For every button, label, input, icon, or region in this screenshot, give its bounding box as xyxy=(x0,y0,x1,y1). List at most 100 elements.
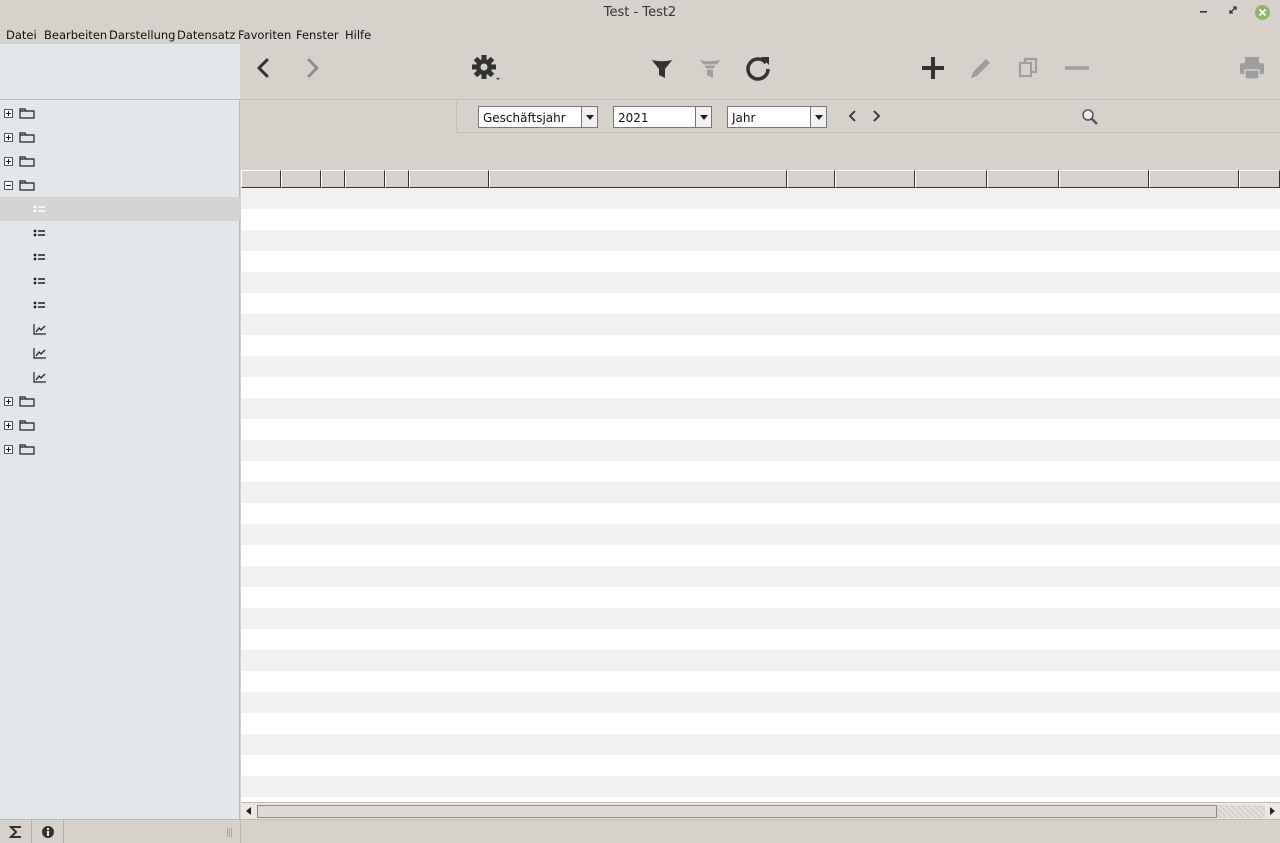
column-header[interactable] xyxy=(345,170,385,188)
clear-filter-button[interactable] xyxy=(690,48,730,88)
table-row[interactable] xyxy=(241,545,1280,566)
column-header[interactable] xyxy=(385,170,409,188)
table-row[interactable] xyxy=(241,713,1280,734)
previous-period-button[interactable] xyxy=(847,108,859,127)
menu-datensatz[interactable]: Datensatz xyxy=(177,28,235,42)
copy-button[interactable] xyxy=(1009,48,1049,88)
table-row[interactable] xyxy=(241,587,1280,608)
column-header[interactable] xyxy=(281,170,321,188)
column-header[interactable] xyxy=(787,170,835,188)
search-button[interactable] xyxy=(1081,108,1099,129)
tree-item-folder[interactable] xyxy=(0,413,240,437)
expand-icon[interactable] xyxy=(4,445,13,454)
scrollbar-thumb[interactable] xyxy=(257,805,1217,818)
table-row[interactable] xyxy=(241,503,1280,524)
table-row[interactable] xyxy=(241,398,1280,419)
sum-button[interactable] xyxy=(0,820,32,843)
table-row[interactable] xyxy=(241,419,1280,440)
table-row[interactable] xyxy=(241,671,1280,692)
expand-icon[interactable] xyxy=(4,397,13,406)
expand-icon[interactable] xyxy=(4,421,13,430)
table-row[interactable] xyxy=(241,209,1280,230)
scroll-left-button[interactable] xyxy=(243,805,255,817)
collapse-icon[interactable] xyxy=(4,181,13,190)
tree-item-folder[interactable] xyxy=(0,125,240,149)
table-row[interactable] xyxy=(241,692,1280,713)
menu-darstellung[interactable]: Darstellung xyxy=(109,28,175,42)
forward-button[interactable] xyxy=(292,48,332,88)
table-row[interactable] xyxy=(241,461,1280,482)
column-header[interactable] xyxy=(321,170,345,188)
table-row[interactable] xyxy=(241,335,1280,356)
year-select[interactable]: 2021 xyxy=(613,106,712,128)
expand-icon[interactable] xyxy=(4,133,13,142)
tree-item-folder[interactable] xyxy=(0,173,240,197)
tree-item-folder[interactable] xyxy=(0,437,240,461)
filter-button[interactable] xyxy=(642,48,682,88)
table-row[interactable] xyxy=(241,608,1280,629)
table-row[interactable] xyxy=(241,734,1280,755)
table-row[interactable] xyxy=(241,230,1280,251)
table-row[interactable] xyxy=(241,440,1280,461)
resize-grip[interactable]: ||| xyxy=(226,828,233,838)
horizontal-scrollbar[interactable] xyxy=(241,802,1280,819)
tree-item-chart[interactable] xyxy=(0,317,240,341)
table-row[interactable] xyxy=(241,314,1280,335)
period-type-select[interactable]: Geschäftsjahr xyxy=(478,106,598,128)
tree-item-folder[interactable] xyxy=(0,101,240,125)
tree-item-folder[interactable] xyxy=(0,149,240,173)
close-button[interactable] xyxy=(1255,5,1270,20)
table-row[interactable] xyxy=(241,377,1280,398)
table-row[interactable] xyxy=(241,482,1280,503)
tree-item-list[interactable] xyxy=(0,197,240,221)
tree-item-list[interactable] xyxy=(0,221,240,245)
expand-icon[interactable] xyxy=(4,109,13,118)
column-header[interactable] xyxy=(409,170,489,188)
table-row[interactable] xyxy=(241,524,1280,545)
next-period-button[interactable] xyxy=(870,108,882,127)
minimize-button[interactable] xyxy=(1196,4,1212,20)
column-header[interactable] xyxy=(489,170,787,188)
column-header[interactable] xyxy=(241,170,281,188)
column-header[interactable] xyxy=(835,170,915,188)
table-row[interactable] xyxy=(241,356,1280,377)
table-row[interactable] xyxy=(241,188,1280,209)
menu-favoriten[interactable]: Favoriten xyxy=(238,28,291,42)
tree-item-chart[interactable] xyxy=(0,365,240,389)
column-header[interactable] xyxy=(915,170,987,188)
table-row[interactable] xyxy=(241,251,1280,272)
menu-fenster[interactable]: Fenster xyxy=(296,28,339,42)
tree-item-chart[interactable] xyxy=(0,341,240,365)
table-row[interactable] xyxy=(241,629,1280,650)
menu-bearbeiten[interactable]: Bearbeiten xyxy=(44,28,107,42)
table-row[interactable] xyxy=(241,776,1280,797)
scrollbar-track[interactable] xyxy=(1217,805,1265,818)
add-button[interactable] xyxy=(913,48,953,88)
tree-item-list[interactable] xyxy=(0,293,240,317)
edit-button[interactable] xyxy=(961,48,1001,88)
table-row[interactable] xyxy=(241,566,1280,587)
table-row[interactable] xyxy=(241,272,1280,293)
table-row[interactable] xyxy=(241,293,1280,314)
menu-datei[interactable]: Datei xyxy=(6,28,37,42)
granularity-select[interactable]: Jahr xyxy=(727,106,827,128)
expand-icon[interactable] xyxy=(4,157,13,166)
tree-item-list[interactable] xyxy=(0,269,240,293)
chevron-down-icon[interactable] xyxy=(581,107,597,127)
refresh-button[interactable] xyxy=(738,48,778,88)
column-header[interactable] xyxy=(1239,170,1280,188)
column-header[interactable] xyxy=(987,170,1059,188)
column-header[interactable] xyxy=(1149,170,1239,188)
maximize-button[interactable] xyxy=(1225,4,1241,20)
info-button[interactable] xyxy=(32,820,64,843)
table-row[interactable] xyxy=(241,755,1280,776)
tree-item-folder[interactable] xyxy=(0,389,240,413)
chevron-down-icon[interactable] xyxy=(810,107,826,127)
back-button[interactable] xyxy=(244,48,284,88)
column-header[interactable] xyxy=(1059,170,1149,188)
settings-button[interactable] xyxy=(467,48,507,88)
remove-button[interactable] xyxy=(1057,48,1097,88)
print-button[interactable] xyxy=(1232,48,1272,88)
table-row[interactable] xyxy=(241,650,1280,671)
scroll-right-button[interactable] xyxy=(1266,805,1278,817)
